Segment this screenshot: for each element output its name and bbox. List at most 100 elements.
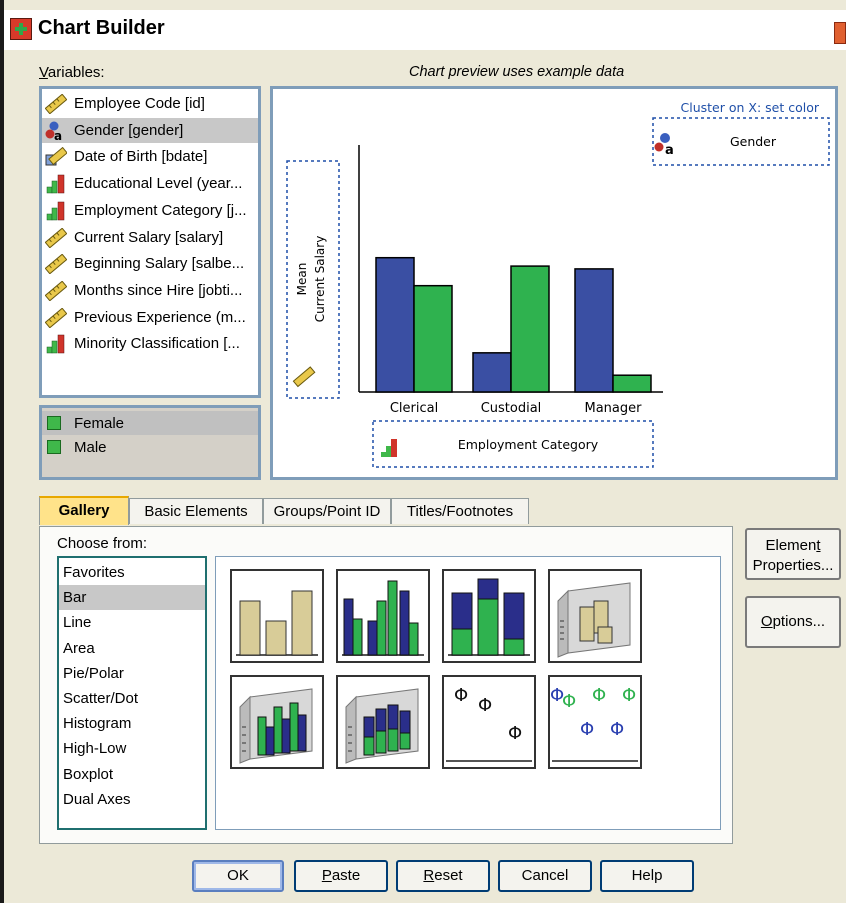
variable-item[interactable]: Educational Level (year... [42,171,258,196]
chart-type-item[interactable]: Pie/Polar [59,661,205,686]
simple-bar-icon[interactable] [230,569,324,663]
chart-builder-app-icon [10,18,32,40]
category-label: Female [74,415,125,432]
element-properties-line1: Element [765,537,821,554]
nominal-ab-icon: a [45,121,67,143]
x-tick-label: Custodial [481,401,542,416]
variables-list[interactable]: Employee Code [id] a Gender [gender] Date o… [39,86,261,398]
cancel-button[interactable]: Cancel [498,860,592,892]
variable-label: Months since Hire [jobti... [74,281,243,299]
svg-text:Φ: Φ [610,719,624,740]
scale-ruler-icon [44,280,68,302]
chart-type-label: Scatter/Dot [63,690,139,707]
variable-label: Date of Birth [bdate] [74,148,208,166]
category-swatch-icon [47,440,61,454]
svg-text:Φ: Φ [592,685,606,706]
category-label: Male [74,439,107,456]
variable-item[interactable]: Previous Experience (m... [42,305,258,330]
chart-type-label: Pie/Polar [63,664,124,682]
category-item[interactable]: Male [42,435,258,459]
help-button[interactable]: Help [600,860,694,892]
3d-stacked-bar-icon[interactable] [336,675,430,769]
tab-gallery[interactable]: Gallery [39,496,129,525]
chart-preview[interactable]: Cluster on X: set color a Gender Mean Cu… [270,86,838,480]
reset-button[interactable]: Reset [396,860,490,892]
stacked-bar-icon[interactable] [442,569,536,663]
clustered-bar-icon[interactable] [336,569,430,663]
variable-item[interactable]: a Gender [gender] [42,117,258,143]
svg-text:a: a [54,129,62,141]
chart-type-item[interactable]: Line [59,610,205,635]
tab-groups-point-id[interactable]: Groups/Point ID [263,498,391,524]
variable-label: Educational Level (year... [74,175,243,193]
ordinal-bars-icon [45,174,67,194]
chart-bar [612,374,652,393]
chart-bar [375,256,415,393]
3d-bar-icon[interactable] [548,569,642,663]
paste-button[interactable]: Paste [294,860,388,892]
tab-titles-footnotes[interactable]: Titles/Footnotes [391,498,529,524]
svg-text:Φ: Φ [454,685,468,706]
variable-item[interactable]: Date of Birth [bdate] [42,144,258,169]
chart-bar [574,268,614,393]
error-bar-icon[interactable]: Φ Φ Φ [442,675,536,769]
chart-bar [510,265,550,393]
chart-type-item[interactable]: Area [59,636,205,661]
chart-preview-svg: Cluster on X: set color a Gender Mean Cu… [286,100,830,468]
variable-item[interactable]: Employee Code [id] [42,91,258,116]
chart-type-item[interactable]: High-Low [59,736,205,761]
x-tick-label: Manager [585,401,643,416]
cluster-variable-label: Gender [730,134,777,149]
variable-label: Current Salary [salary] [74,228,224,246]
scale-ruler-icon [44,307,68,329]
chart-bar [472,352,512,393]
svg-text:a: a [665,143,674,158]
chart-type-item[interactable]: Histogram [59,711,205,736]
categories-list[interactable]: Female Male [39,405,261,480]
scale-ruler-icon [44,93,68,115]
ordinal-bars-icon [45,334,67,354]
ok-button[interactable]: OK [192,860,284,892]
variable-item[interactable]: Current Salary [salary] [42,225,258,250]
x-tick-label: Clerical [390,401,438,416]
cluster-caption: Cluster on X: set color [681,100,820,115]
variable-item[interactable]: Employment Category [j... [42,198,258,223]
svg-text:Φ: Φ [508,723,522,744]
category-swatch-icon [47,416,61,430]
chart-type-item[interactable]: Bar [59,585,205,611]
window-title: Chart Builder [38,17,165,39]
variable-label: Employment Category [j... [74,201,247,219]
chart-bar [413,284,453,393]
ordinal-bars-icon [45,201,67,221]
gallery-thumbnails: Φ Φ Φ Φ Φ Φ Φ Φ Φ [215,556,721,830]
tab-basic-elements[interactable]: Basic Elements [129,498,263,524]
chart-type-label: Bar [63,589,87,607]
category-item[interactable]: Female [42,411,258,435]
3d-clustered-bar-icon[interactable] [230,675,324,769]
title-bar[interactable]: Chart Builder [4,10,846,50]
x-axis-variable-label: Employment Category [458,437,599,452]
chart-type-item[interactable]: Boxplot [59,762,205,787]
close-icon[interactable] [834,22,846,44]
variables-label: Variables: [39,64,105,81]
variable-item[interactable]: Months since Hire [jobti... [42,278,258,303]
chart-type-item[interactable]: Scatter/Dot [59,686,205,711]
variable-item[interactable]: Minority Classification [... [42,331,258,356]
chart-type-label: Histogram [63,715,132,733]
chart-type-list[interactable]: Favorites Bar Line Area Pie/Polar Scatter/Dot… [57,556,207,830]
y-axis-label-line2: Current Salary [313,236,327,323]
chart-type-label: Area [63,639,95,657]
element-properties-line2: Properties... [752,557,834,574]
clustered-error-bar-icon[interactable]: Φ Φ Φ Φ Φ Φ [548,675,642,769]
scale-ruler-icon [44,227,68,248]
date-ruler-icon [45,147,68,167]
options-button[interactable]: Options... [745,596,841,648]
chart-type-label: Dual Axes [63,790,131,808]
preview-caption: Chart preview uses example data [409,64,625,80]
chart-type-item[interactable]: Favorites [59,560,205,585]
variable-item[interactable]: Beginning Salary [salbe... [42,251,258,276]
chart-type-item[interactable]: Dual Axes [59,787,205,812]
variable-label: Beginning Salary [salbe... [74,255,245,273]
element-properties-button[interactable]: Element Properties... [745,528,841,580]
y-axis-label-line1: Mean [295,263,309,296]
